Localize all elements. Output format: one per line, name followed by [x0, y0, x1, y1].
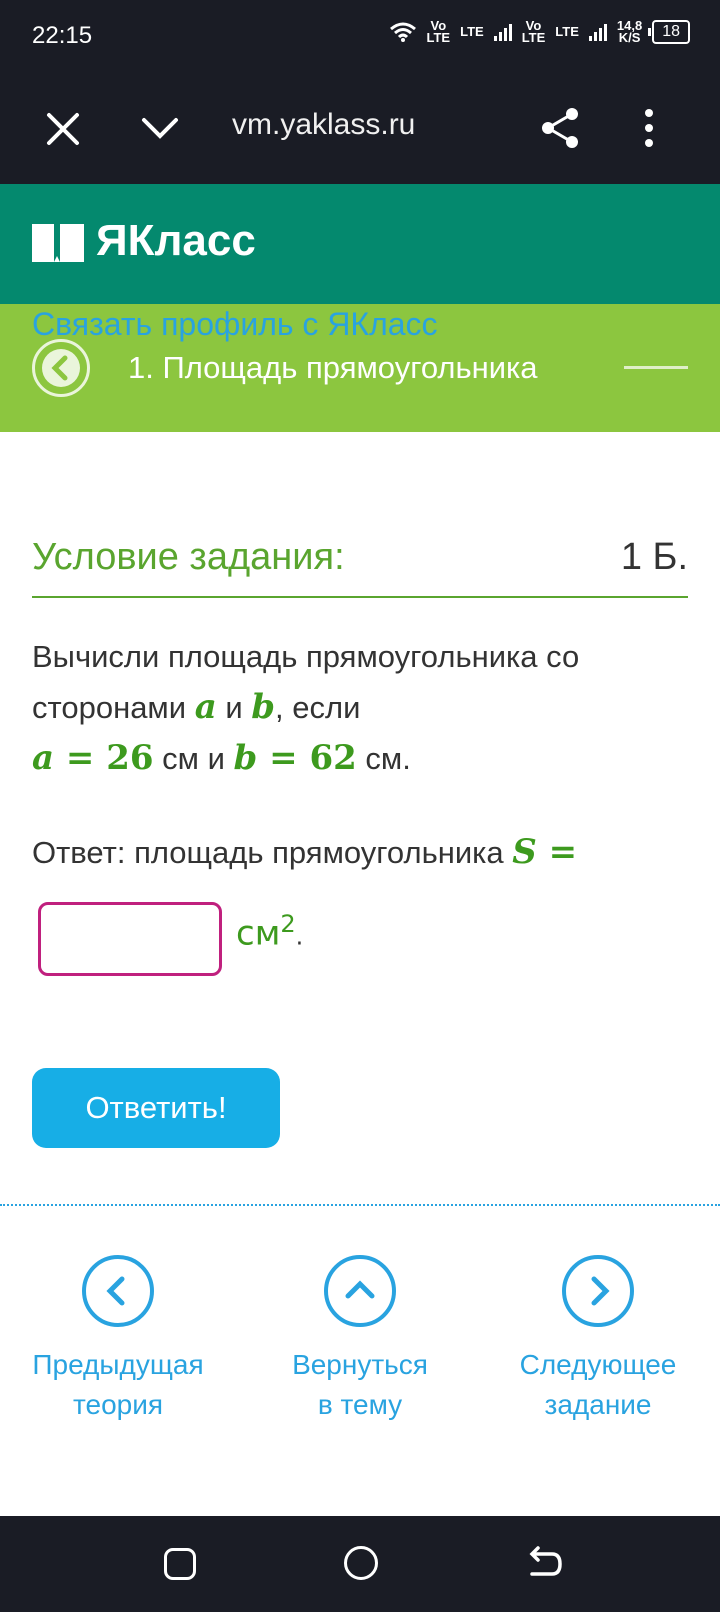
task-heading: Условие задания: — [32, 536, 345, 578]
prev-theory-link[interactable]: Предыдущая теория — [8, 1255, 228, 1425]
divider — [0, 1204, 720, 1206]
share-icon[interactable] — [540, 106, 580, 150]
chevron-down-icon[interactable] — [140, 112, 180, 142]
lte-label-1: LTE — [460, 24, 484, 39]
math-var-s: S = — [512, 832, 578, 872]
recent-apps-icon[interactable] — [164, 1548, 196, 1580]
volte-indicator-2: Vo LTE — [521, 18, 546, 45]
more-menu-icon[interactable] — [642, 108, 656, 148]
prev-circle-button[interactable] — [82, 1255, 154, 1327]
back-arrow-icon[interactable] — [524, 1546, 564, 1582]
status-icons: Vo LTE LTE Vo LTE LTE 14,8 K/S 18 — [389, 18, 690, 45]
link-profile-link[interactable]: Связать профиль с ЯКласс — [32, 306, 438, 343]
topic-title: 1. Площадь прямоугольника — [128, 350, 538, 385]
task-points: 1 Б. — [620, 536, 688, 578]
chevron-up-icon — [345, 1280, 375, 1299]
next-task-link[interactable]: Следующее задание — [488, 1255, 708, 1425]
battery-icon: 18 — [648, 20, 690, 44]
answer-label: Ответ: площадь прямоугольника S = — [32, 832, 578, 872]
wifi-icon — [389, 22, 416, 42]
lte-label-2: LTE — [555, 24, 579, 39]
volte-indicator-1: Vo LTE — [426, 18, 451, 45]
system-nav-bar — [0, 1516, 720, 1612]
question-line-2: сторонами a и b, если — [32, 687, 361, 727]
task-question: Вычисли площадь прямоугольника со сторон… — [32, 632, 672, 784]
browser-toolbar: vm.yaklass.ru — [0, 72, 720, 184]
topic-bar: Связать профиль с ЯКласс 1. Площадь прям… — [0, 304, 720, 432]
url-field[interactable]: vm.yaklass.ru — [232, 108, 415, 142]
task-header: Условие задания: 1 Б. — [32, 536, 688, 598]
math-var-a: a — [194, 687, 217, 727]
topic-progress-line — [624, 366, 688, 369]
signal-bars-icon — [588, 23, 607, 41]
question-line-1: Вычисли площадь прямоугольника со — [32, 639, 580, 674]
answer-unit: см2. — [236, 910, 304, 954]
chevron-right-icon — [591, 1276, 610, 1306]
answer-input[interactable] — [38, 902, 222, 976]
status-time: 22:15 — [32, 22, 93, 49]
chevron-left-icon — [42, 349, 80, 387]
home-icon[interactable] — [344, 1546, 378, 1580]
value-a: 26 — [106, 738, 154, 778]
site-header: ЯКласс — [0, 184, 720, 304]
question-line-3: a = 26 см и b = 62 см. — [32, 738, 411, 778]
back-to-topic-link[interactable]: Вернуться в тему — [250, 1255, 470, 1425]
back-button[interactable] — [32, 339, 90, 397]
up-circle-button[interactable] — [324, 1255, 396, 1327]
next-circle-button[interactable] — [562, 1255, 634, 1327]
value-b: 62 — [309, 738, 357, 778]
signal-bars-icon — [493, 23, 512, 41]
network-speed: 14,8 K/S — [616, 18, 643, 45]
submit-button[interactable]: Ответить! — [32, 1068, 280, 1148]
book-logo-icon[interactable] — [32, 222, 84, 264]
math-var-b: b — [251, 687, 276, 727]
brand-logo-text[interactable]: ЯКласс — [96, 216, 256, 266]
close-icon[interactable] — [46, 112, 80, 146]
chevron-left-icon — [106, 1276, 125, 1306]
status-bar: 22:15 Vo LTE LTE Vo LTE LTE 14,8 K/S 18 — [0, 0, 720, 72]
